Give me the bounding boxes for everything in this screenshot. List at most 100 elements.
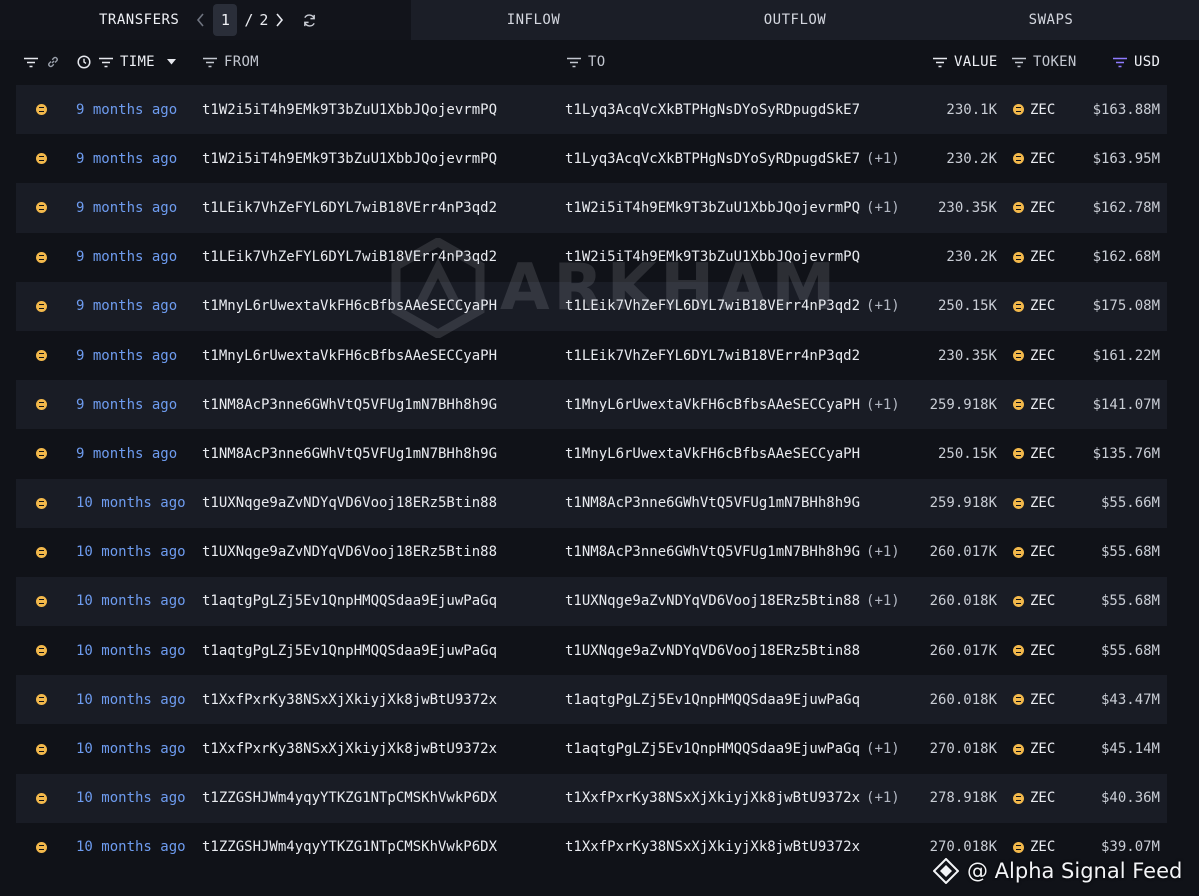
table-row[interactable]: 9 months ago t1MnyL6rUwextaVkFH6cBfbsAAeS… [16,330,1167,381]
token-cell[interactable]: ZEC [1013,774,1055,823]
token-cell[interactable]: ZEC [1013,183,1055,232]
entity-cell[interactable] [36,85,47,134]
table-row[interactable]: 10 months ago t1aqtgPgLZj5Ev1QnpHMQQSdaa9… [16,576,1167,627]
next-page-button[interactable] [272,10,286,30]
to-address[interactable]: t1W2i5iT4h9EMk9T3bZuU1XbbJQojevrmPQ [565,249,860,265]
from-column-header[interactable]: FROM [203,40,259,84]
to-address[interactable]: t1aqtgPgLZj5Ev1QnpHMQQSdaa9EjuwPaGq [565,692,860,708]
to-address[interactable]: t1UXNqge9aZvNDYqVD6Vooj18ERz5Btin88 [565,593,860,609]
entity-cell[interactable] [36,774,47,823]
link-toggle-button[interactable] [46,40,60,84]
from-address[interactable]: t1aqtgPgLZj5Ev1QnpHMQQSdaa9EjuwPaGq [202,626,497,675]
time-cell[interactable]: 9 months ago [76,233,177,282]
entity-cell[interactable] [36,380,47,429]
from-address[interactable]: t1XxfPxrKy38NSxXjXkiyjXk8jwBtU9372x [202,724,497,773]
entity-cell[interactable] [36,675,47,724]
extra-recipients-badge[interactable]: (+1) [866,790,900,806]
entity-cell[interactable] [36,331,47,380]
from-address[interactable]: t1ZZGSHJWm4yqyYTKZG1NTpCMSKhVwkP6DX [202,774,497,823]
table-row[interactable]: 9 months ago t1W2i5iT4h9EMk9T3bZuU1XbbJQo… [16,134,1167,184]
to-column-header[interactable]: TO [567,40,605,84]
table-row[interactable]: 9 months ago t1LEik7VhZeFYL6DYL7wiB18VErr… [16,232,1167,282]
table-row[interactable]: 10 months ago t1XxfPxrKy38NSxXjXkiyjXk8jw… [16,724,1167,774]
token-cell[interactable]: ZEC [1013,331,1055,380]
table-row[interactable]: 10 months ago t1UXNqge9aZvNDYqVD6Vooj18ER… [16,478,1167,528]
current-page[interactable]: 1 [213,4,238,36]
entity-cell[interactable] [36,823,47,872]
token-cell[interactable]: ZEC [1013,429,1055,478]
entity-cell[interactable] [36,134,47,183]
from-address[interactable]: t1LEik7VhZeFYL6DYL7wiB18VErr4nP3qd2 [202,183,497,232]
from-address[interactable]: t1W2i5iT4h9EMk9T3bZuU1XbbJQojevrmPQ [202,134,497,183]
entity-filter-button[interactable] [24,40,38,84]
table-row[interactable]: 10 months ago t1XxfPxrKy38NSxXjXkiyjXk8jw… [16,675,1167,725]
from-address[interactable]: t1UXNqge9aZvNDYqVD6Vooj18ERz5Btin88 [202,479,497,528]
prev-page-button[interactable] [193,10,207,30]
tab-outflow[interactable]: OUTFLOW [656,0,934,40]
token-cell[interactable]: ZEC [1013,85,1055,134]
to-address[interactable]: t1LEik7VhZeFYL6DYL7wiB18VErr4nP3qd2 [565,298,860,314]
extra-recipients-badge[interactable]: (+1) [866,593,900,609]
time-cell[interactable]: 9 months ago [76,429,177,478]
to-address[interactable]: t1NM8AcP3nne6GWhVtQ5VFUg1mN7BHh8h9G [565,495,860,511]
extra-recipients-badge[interactable]: (+1) [866,151,900,167]
token-cell[interactable]: ZEC [1013,380,1055,429]
table-row[interactable]: 10 months ago t1aqtgPgLZj5Ev1QnpHMQQSdaa9… [16,626,1167,676]
time-cell[interactable]: 10 months ago [76,675,186,724]
from-address[interactable]: t1NM8AcP3nne6GWhVtQ5VFUg1mN7BHh8h9G [202,380,497,429]
from-address[interactable]: t1NM8AcP3nne6GWhVtQ5VFUg1mN7BHh8h9G [202,429,497,478]
to-address[interactable]: t1aqtgPgLZj5Ev1QnpHMQQSdaa9EjuwPaGq [565,741,860,757]
entity-cell[interactable] [36,282,47,331]
time-cell[interactable]: 10 months ago [76,577,186,626]
time-cell[interactable]: 9 months ago [76,282,177,331]
table-row[interactable]: 9 months ago t1NM8AcP3nne6GWhVtQ5VFUg1mN7… [16,380,1167,430]
from-address[interactable]: t1MnyL6rUwextaVkFH6cBfbsAAeSECCyaPH [202,282,497,331]
token-cell[interactable]: ZEC [1013,577,1055,626]
from-address[interactable]: t1UXNqge9aZvNDYqVD6Vooj18ERz5Btin88 [202,528,497,577]
to-address[interactable]: t1Lyq3AcqVcXkBTPHgNsDYoSyRDpugdSkE7 [565,102,860,118]
token-cell[interactable]: ZEC [1013,528,1055,577]
from-address[interactable]: t1XxfPxrKy38NSxXjXkiyjXk8jwBtU9372x [202,675,497,724]
to-address[interactable]: t1W2i5iT4h9EMk9T3bZuU1XbbJQojevrmPQ [565,200,860,216]
token-cell[interactable]: ZEC [1013,626,1055,675]
entity-cell[interactable] [36,577,47,626]
table-row[interactable]: 10 months ago t1ZZGSHJWm4yqyYTKZG1NTpCMSK… [16,773,1167,823]
token-cell[interactable]: ZEC [1013,724,1055,773]
entity-cell[interactable] [36,233,47,282]
tab-transfers[interactable]: TRANSFERS 1 / 2 [0,0,411,40]
time-cell[interactable]: 10 months ago [76,774,186,823]
to-address[interactable]: t1XxfPxrKy38NSxXjXkiyjXk8jwBtU9372x [565,839,860,855]
time-cell[interactable]: 10 months ago [76,724,186,773]
tab-swaps[interactable]: SWAPS [934,0,1168,40]
entity-cell[interactable] [36,479,47,528]
to-address[interactable]: t1LEik7VhZeFYL6DYL7wiB18VErr4nP3qd2 [565,348,860,364]
token-cell[interactable]: ZEC [1013,675,1055,724]
extra-recipients-badge[interactable]: (+1) [866,741,900,757]
token-cell[interactable]: ZEC [1013,134,1055,183]
time-cell[interactable]: 10 months ago [76,626,186,675]
table-row[interactable]: 10 months ago t1UXNqge9aZvNDYqVD6Vooj18ER… [16,527,1167,577]
token-cell[interactable]: ZEC [1013,233,1055,282]
time-cell[interactable]: 10 months ago [76,823,186,872]
time-column-header[interactable]: TIME [77,40,176,84]
time-cell[interactable]: 9 months ago [76,134,177,183]
table-row[interactable]: 9 months ago t1LEik7VhZeFYL6DYL7wiB18VErr… [16,183,1167,233]
from-address[interactable]: t1aqtgPgLZj5Ev1QnpHMQQSdaa9EjuwPaGq [202,577,497,626]
time-cell[interactable]: 9 months ago [76,85,177,134]
to-address[interactable]: t1Lyq3AcqVcXkBTPHgNsDYoSyRDpugdSkE7 [565,151,860,167]
from-address[interactable]: t1W2i5iT4h9EMk9T3bZuU1XbbJQojevrmPQ [202,85,497,134]
time-cell[interactable]: 9 months ago [76,380,177,429]
entity-cell[interactable] [36,429,47,478]
refresh-button[interactable] [302,13,317,28]
extra-recipients-badge[interactable]: (+1) [866,397,900,413]
table-row[interactable]: 9 months ago t1W2i5iT4h9EMk9T3bZuU1XbbJQo… [16,85,1167,135]
time-cell[interactable]: 9 months ago [76,183,177,232]
from-address[interactable]: t1ZZGSHJWm4yqyYTKZG1NTpCMSKhVwkP6DX [202,823,497,872]
table-row[interactable]: 9 months ago t1MnyL6rUwextaVkFH6cBfbsAAeS… [16,281,1167,331]
extra-recipients-badge[interactable]: (+1) [866,298,900,314]
time-cell[interactable]: 10 months ago [76,528,186,577]
to-address[interactable]: t1UXNqge9aZvNDYqVD6Vooj18ERz5Btin88 [565,643,860,659]
extra-recipients-badge[interactable]: (+1) [866,200,900,216]
from-address[interactable]: t1LEik7VhZeFYL6DYL7wiB18VErr4nP3qd2 [202,233,497,282]
tab-inflow[interactable]: INFLOW [411,0,656,40]
